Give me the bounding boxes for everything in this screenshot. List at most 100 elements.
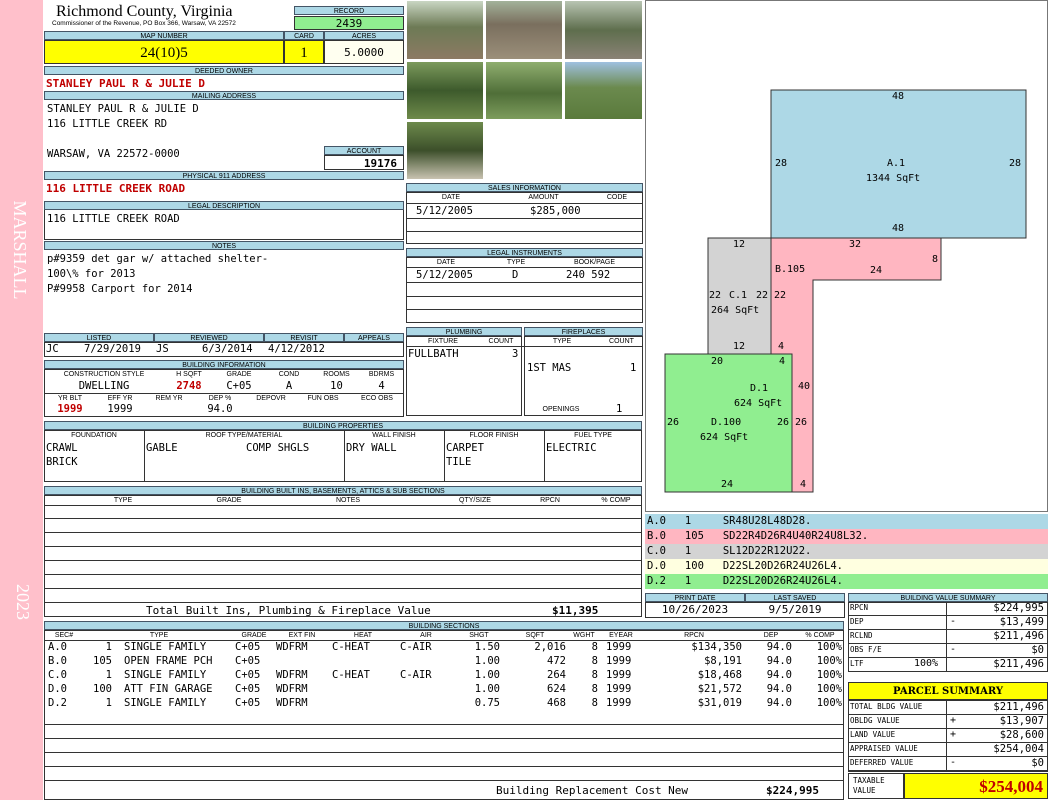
account-number: 19176: [324, 155, 404, 170]
physical-address: 116 LITTLE CREEK ROAD: [46, 182, 186, 195]
sec-row-4-num: 100: [93, 683, 112, 695]
sidebar-band: [0, 0, 43, 800]
sec-rule-1: [44, 724, 844, 725]
bi-rule-2: [44, 532, 642, 533]
mailing-line-1: STANLEY PAUL R & JULIE D: [47, 103, 199, 115]
sketch-sqft-a1: 1344 SqFt: [866, 173, 921, 184]
sec-row-2-sqft: 472: [547, 655, 566, 667]
sketch-sqft-c1: 264 SqFt: [711, 305, 760, 316]
dim-9: 22: [709, 290, 722, 301]
property-photo-2: [485, 0, 563, 60]
prop-v2: [344, 430, 345, 482]
card-header: CARD: [284, 31, 324, 40]
year-label: 2023: [13, 584, 33, 620]
sec-row-4-rpcn: $21,572: [697, 683, 742, 695]
legend-text-c: C.0 1 SL12D22R12U22.: [647, 545, 812, 557]
prop-v3: [444, 430, 445, 482]
dim-16: 4: [779, 356, 786, 367]
taxable-label: TAXABLE VALUE: [848, 773, 904, 799]
bi-rule-1: [44, 518, 642, 519]
builtins-box: [44, 495, 642, 617]
reviewed-header: REVIEWED: [154, 333, 264, 342]
sec-row-1-ext: WDFRM: [276, 641, 308, 653]
sec-row-4-type: ATT FIN GARAGE: [124, 683, 213, 695]
parcel-box: [848, 700, 1048, 772]
parcel-divider: [946, 700, 947, 772]
reviewed-by: JS: [156, 343, 169, 355]
sec-row-1-sec: A.0: [48, 641, 67, 653]
replacement-cost: $224,995: [766, 784, 819, 797]
sec-row-3-dep: 94.0: [766, 669, 792, 681]
notes-line-1: p#9359 det gar w/ attached shelter-: [47, 253, 269, 265]
fireplaces-header: FIREPLACES: [524, 327, 643, 336]
property-photo-7: [406, 121, 484, 180]
dim-2: 28: [775, 158, 788, 169]
builtins-total: $11,395: [552, 604, 599, 617]
dim-18: 26: [777, 417, 790, 428]
sec-row-1-type: SINGLE FAMILY: [124, 641, 207, 653]
sec-row-1-heat: C-HEAT: [332, 641, 370, 653]
map-number: 24(10)5: [44, 40, 284, 64]
dim-13: 4: [778, 341, 785, 352]
dim-7: 24: [870, 265, 883, 276]
legal-box: [44, 210, 404, 240]
prop-v4: [544, 430, 545, 482]
dim-5: 12: [733, 239, 746, 250]
sec-row-1-dep: 94.0: [766, 641, 792, 653]
property-photo-3: [564, 0, 643, 60]
sec-row-3-air: C-AIR: [400, 669, 432, 681]
legal-description-header: LEGAL DESCRIPTION: [44, 201, 404, 210]
sec-row-2-sec: B.0: [48, 655, 67, 667]
bi-rule-3: [44, 546, 642, 547]
property-photo-5: [485, 61, 563, 120]
sec-row-4-sec: D.0: [48, 683, 67, 695]
dim-11: 22: [774, 290, 787, 301]
mailing-address-header: MAILING ADDRESS: [44, 91, 404, 100]
sec-row-2-type: OPEN FRAME PCH: [124, 655, 213, 667]
dim-4: 48: [892, 223, 905, 234]
sketch-label-d100: D.100: [711, 417, 742, 428]
legend-row-c: C.0 1 SL12D22R12U22.: [645, 544, 1048, 559]
sec-row-4-ext: WDFRM: [276, 683, 308, 695]
sec-row-3-comp: 100%: [816, 669, 842, 681]
dim-20: 24: [721, 479, 734, 490]
mailing-line-2: 116 LITTLE CREEK RD: [47, 118, 168, 130]
sec-rule-2: [44, 738, 844, 739]
county-title: Richmond County, Virginia: [56, 3, 233, 20]
taxable-value: $254,004: [904, 773, 1048, 799]
legend-row-d2: D.2 1 D22SL20D26R24U26L4.: [645, 574, 1048, 589]
sec-row-2-wght: 8: [591, 655, 598, 667]
sec-row-2-shgt: 1.00: [474, 655, 500, 667]
dim-8: 8: [932, 254, 939, 265]
sec-row-3-wght: 8: [591, 669, 598, 681]
bvs-divider: [946, 602, 947, 672]
fireplace-box: [524, 336, 643, 416]
sec-row-2-grade: C+05: [235, 655, 261, 667]
builtins-header: BUILDING BUILT INS, BASEMENTS, ATTICS & …: [44, 486, 642, 495]
physical-address-header: PHYSICAL 911 ADDRESS: [44, 171, 404, 180]
building-properties-header: BUILDING PROPERTIES: [44, 421, 642, 430]
sec-row-1-rpcn: $134,350: [691, 641, 742, 653]
sales-rule-2: [406, 218, 643, 219]
sketch-label-c1: C.1: [729, 290, 748, 301]
commissioner-line: Commissioner of the Revenue, PO Box 366,…: [52, 20, 236, 27]
dim-21: 4: [800, 479, 807, 490]
sec-row-5-num: 1: [105, 697, 112, 709]
li-rule-4: [406, 309, 643, 310]
sec-row-1-sqft: 2,016: [534, 641, 566, 653]
listed-date: 7/29/2019: [84, 343, 141, 355]
bi-rule-6: [44, 588, 642, 589]
sec-row-1-grade: C+05: [235, 641, 261, 653]
deeded-owner: STANLEY PAUL R & JULIE D: [46, 77, 205, 90]
notes-line-3: P#9958 Carport for 2014: [47, 283, 193, 295]
sec-row-5-comp: 100%: [816, 697, 842, 709]
sec-row-3-rpcn: $18,468: [697, 669, 742, 681]
deeded-owner-header: DEEDED OWNER: [44, 66, 404, 75]
sec-row-2-num: 105: [93, 655, 112, 667]
dates-box: [645, 602, 845, 618]
prop-v1: [144, 430, 145, 482]
sec-row-5-type: SINGLE FAMILY: [124, 697, 207, 709]
bi-rule-5: [44, 574, 642, 575]
sec-row-3-ext: WDFRM: [276, 669, 308, 681]
li-rule-1: [406, 267, 643, 268]
